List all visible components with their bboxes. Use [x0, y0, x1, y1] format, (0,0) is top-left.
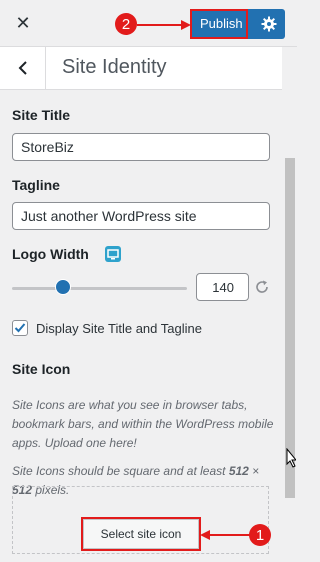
gear-icon[interactable]: [261, 16, 277, 32]
display-title-checkbox[interactable]: [12, 320, 28, 336]
site-icon-description: Site Icons are what you see in browser t…: [12, 398, 274, 450]
device-preview-icon[interactable]: [105, 246, 121, 262]
checkmark-icon: [14, 323, 26, 333]
close-icon: ✕: [15, 12, 31, 33]
scrollbar-thumb[interactable]: [285, 158, 295, 498]
site-icon-label: Site Icon: [12, 361, 71, 377]
logo-width-slider-track[interactable]: [12, 287, 187, 290]
size-note-times: ×: [248, 464, 260, 478]
logo-width-slider-thumb[interactable]: [54, 279, 71, 295]
section-title: Site Identity: [62, 56, 167, 78]
annotation-arrow-2: [137, 20, 191, 30]
annotation-arrow-1: [200, 530, 250, 540]
site-title-input[interactable]: [12, 133, 270, 161]
annotation-highlight-select: [81, 517, 201, 551]
annotation-marker-2-label: 2: [121, 15, 131, 33]
cursor-icon: [286, 448, 296, 468]
display-title-label: Display Site Title and Tagline: [36, 321, 202, 336]
back-button[interactable]: [0, 47, 46, 89]
reset-icon[interactable]: [254, 279, 270, 295]
site-title-label: Site Title: [12, 107, 71, 123]
annotation-highlight-publish: [190, 9, 248, 39]
tagline-input[interactable]: [12, 202, 270, 230]
size-note-width: 512: [228, 464, 249, 478]
close-button[interactable]: ✕: [8, 8, 38, 38]
annotation-marker-1: 1: [249, 524, 271, 546]
annotation-marker-2: 2: [115, 13, 137, 35]
size-note-text-1: Site Icons should be square and at least: [12, 464, 229, 478]
logo-width-label: Logo Width: [12, 246, 89, 262]
section-header: Site Identity: [0, 47, 282, 90]
logo-width-input[interactable]: [196, 273, 249, 301]
tagline-label: Tagline: [12, 177, 60, 193]
chevron-left-icon: [18, 61, 27, 75]
annotation-marker-1-label: 1: [255, 526, 265, 544]
